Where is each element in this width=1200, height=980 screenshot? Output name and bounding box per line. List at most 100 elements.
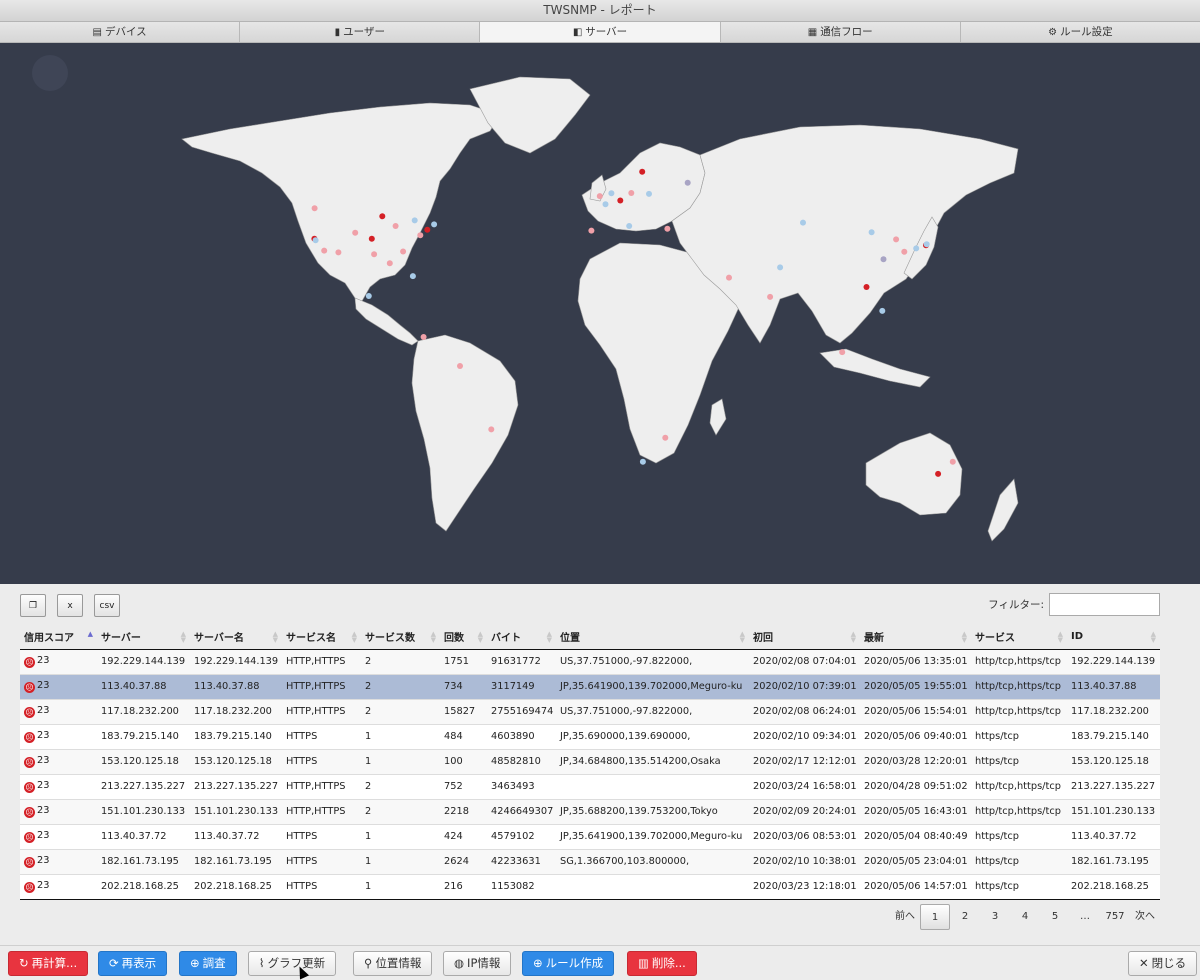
server-marker[interactable] bbox=[371, 251, 378, 258]
page-4-button[interactable]: 4 bbox=[1010, 904, 1040, 930]
server-marker[interactable] bbox=[312, 237, 319, 244]
copy-button[interactable]: ❐ bbox=[20, 594, 46, 617]
recalc-button[interactable]: ↻ 再計算... bbox=[8, 951, 89, 976]
column-header[interactable]: サービス ▲ ▼ bbox=[971, 625, 1067, 650]
table-row[interactable]: ☹ 23 192.229.144.139 192.229.144.139 HTTP,HT… bbox=[20, 649, 1160, 675]
server-marker[interactable] bbox=[628, 190, 635, 196]
refresh-button[interactable]: ⟳ 再表示 bbox=[98, 951, 168, 976]
tab-users[interactable]: ▮ ユーザー bbox=[240, 22, 481, 42]
server-marker[interactable] bbox=[409, 273, 416, 280]
server-marker[interactable] bbox=[400, 248, 407, 255]
server-marker[interactable] bbox=[386, 260, 393, 267]
server-marker[interactable] bbox=[431, 221, 438, 228]
server-marker[interactable] bbox=[767, 293, 774, 300]
page-3-button[interactable]: 3 bbox=[980, 904, 1010, 930]
server-marker[interactable] bbox=[935, 470, 942, 477]
server-marker[interactable] bbox=[726, 274, 732, 281]
column-header[interactable]: 回数 ▲ ▼ bbox=[440, 625, 487, 650]
table-row[interactable]: ☹ 23 182.161.73.195 182.161.73.195 HTTPS 1 262… bbox=[20, 849, 1160, 875]
server-marker[interactable] bbox=[684, 179, 691, 186]
table-cell: HTTPS bbox=[282, 874, 361, 900]
column-header[interactable]: ID ▲ ▼ bbox=[1067, 625, 1160, 650]
table-row[interactable]: ☹ 23 183.79.215.140 183.79.215.140 HTTPS 1 484… bbox=[20, 724, 1160, 750]
server-marker[interactable] bbox=[800, 219, 806, 226]
tab-servers[interactable]: ◧ サーバー bbox=[480, 22, 721, 42]
server-marker[interactable] bbox=[417, 232, 424, 239]
column-header[interactable]: 位置 ▲ ▼ bbox=[556, 625, 749, 650]
server-marker[interactable] bbox=[777, 264, 784, 271]
server-marker[interactable] bbox=[424, 226, 431, 233]
server-marker[interactable] bbox=[913, 245, 920, 252]
create-rule-button[interactable]: ⊕ ルール作成 bbox=[522, 951, 615, 976]
server-marker[interactable] bbox=[411, 217, 418, 224]
table-row[interactable]: ☹ 23 202.218.168.25 202.218.168.25 HTTPS 1 216… bbox=[20, 874, 1160, 900]
location-button[interactable]: ⚲ 位置情報 bbox=[353, 951, 433, 976]
page-1-button[interactable]: 1 bbox=[920, 904, 950, 930]
graph-update-button[interactable]: ⌇ グラフ更新 bbox=[248, 951, 337, 976]
investigate-button[interactable]: ⊕ 調査 bbox=[179, 951, 237, 976]
table-row[interactable]: ☹ 23 113.40.37.88 113.40.37.88 HTTP,HTTPS 2 73… bbox=[20, 674, 1160, 700]
ip-info-button[interactable]: ◍ IP情報 bbox=[443, 951, 512, 976]
page-last-button[interactable]: 757 bbox=[1100, 904, 1130, 930]
server-marker[interactable] bbox=[839, 349, 846, 356]
column-header[interactable]: サービス名 ▲ ▼ bbox=[282, 625, 361, 650]
world-map[interactable] bbox=[0, 43, 1200, 584]
server-marker[interactable] bbox=[901, 248, 908, 255]
page-5-button[interactable]: 5 bbox=[1040, 904, 1070, 930]
server-marker[interactable] bbox=[392, 223, 399, 229]
excel-export-button[interactable]: x bbox=[57, 594, 83, 617]
server-marker[interactable] bbox=[379, 213, 386, 220]
map-zoom-control[interactable] bbox=[32, 55, 68, 91]
server-marker[interactable] bbox=[588, 227, 595, 234]
column-header-label: サービス bbox=[975, 633, 1015, 645]
table-row[interactable]: ☹ 23 113.40.37.72 113.40.37.72 HTTPS 1 424 4579… bbox=[20, 824, 1160, 850]
table-row[interactable]: ☹ 23 117.18.232.200 117.18.232.200 HTTP,HTTP… bbox=[20, 699, 1160, 725]
server-marker[interactable] bbox=[602, 201, 609, 208]
server-marker[interactable] bbox=[626, 223, 633, 229]
server-marker[interactable] bbox=[321, 247, 328, 254]
column-header[interactable]: サーバー名 ▲ ▼ bbox=[190, 625, 282, 650]
server-marker[interactable] bbox=[949, 458, 956, 465]
server-marker[interactable] bbox=[488, 426, 495, 433]
server-marker[interactable] bbox=[420, 334, 427, 340]
server-marker[interactable] bbox=[880, 256, 887, 263]
server-marker[interactable] bbox=[457, 363, 463, 369]
server-marker[interactable] bbox=[863, 284, 870, 290]
tab-flows[interactable]: ▦ 通信フロー bbox=[720, 22, 961, 42]
column-header[interactable]: サービス数 ▲ ▼ bbox=[361, 625, 440, 650]
csv-export-button[interactable]: csv bbox=[94, 594, 120, 617]
table-row[interactable]: ☹ 23 213.227.135.227 213.227.135.227 HTTP,HT… bbox=[20, 774, 1160, 800]
server-marker[interactable] bbox=[868, 229, 875, 236]
server-marker[interactable] bbox=[664, 225, 671, 232]
server-marker[interactable] bbox=[662, 434, 669, 441]
column-header[interactable]: 初回 ▲ ▼ bbox=[749, 625, 860, 650]
delete-button[interactable]: ▥ 削除... bbox=[627, 951, 697, 976]
table-row[interactable]: ☹ 23 153.120.125.18 153.120.125.18 HTTPS 1 100… bbox=[20, 749, 1160, 775]
server-marker[interactable] bbox=[879, 307, 886, 314]
next-page-button[interactable]: 次へ bbox=[1130, 904, 1160, 930]
tab-devices[interactable]: ▤ デバイス bbox=[0, 22, 241, 42]
server-marker[interactable] bbox=[596, 193, 603, 200]
tab-rules[interactable]: ⚙ ルール設定 bbox=[960, 22, 1200, 42]
close-button[interactable]: ✕ 閉じる bbox=[1128, 951, 1198, 976]
server-marker[interactable] bbox=[639, 168, 646, 175]
server-marker[interactable] bbox=[352, 229, 359, 236]
server-marker[interactable] bbox=[893, 236, 900, 243]
column-header[interactable]: 信用スコア ▲ bbox=[20, 625, 97, 650]
server-marker[interactable] bbox=[608, 190, 615, 197]
column-header[interactable]: 最新 ▲ ▼ bbox=[860, 625, 971, 650]
server-marker[interactable] bbox=[311, 205, 318, 212]
prev-page-button[interactable]: 前へ bbox=[890, 904, 920, 930]
column-header[interactable]: サーバー ▲ ▼ bbox=[97, 625, 190, 650]
column-header[interactable]: バイト ▲ ▼ bbox=[487, 625, 556, 650]
server-marker[interactable] bbox=[335, 249, 342, 256]
server-marker[interactable] bbox=[923, 241, 930, 248]
table-row[interactable]: ☹ 23 151.101.230.133 151.101.230.133 HTTP,HT… bbox=[20, 799, 1160, 825]
server-marker[interactable] bbox=[368, 235, 375, 242]
server-marker[interactable] bbox=[617, 197, 624, 204]
page-2-button[interactable]: 2 bbox=[950, 904, 980, 930]
server-marker[interactable] bbox=[646, 190, 652, 197]
filter-input[interactable] bbox=[1049, 593, 1160, 616]
server-marker[interactable] bbox=[365, 293, 372, 299]
server-marker[interactable] bbox=[639, 458, 646, 465]
